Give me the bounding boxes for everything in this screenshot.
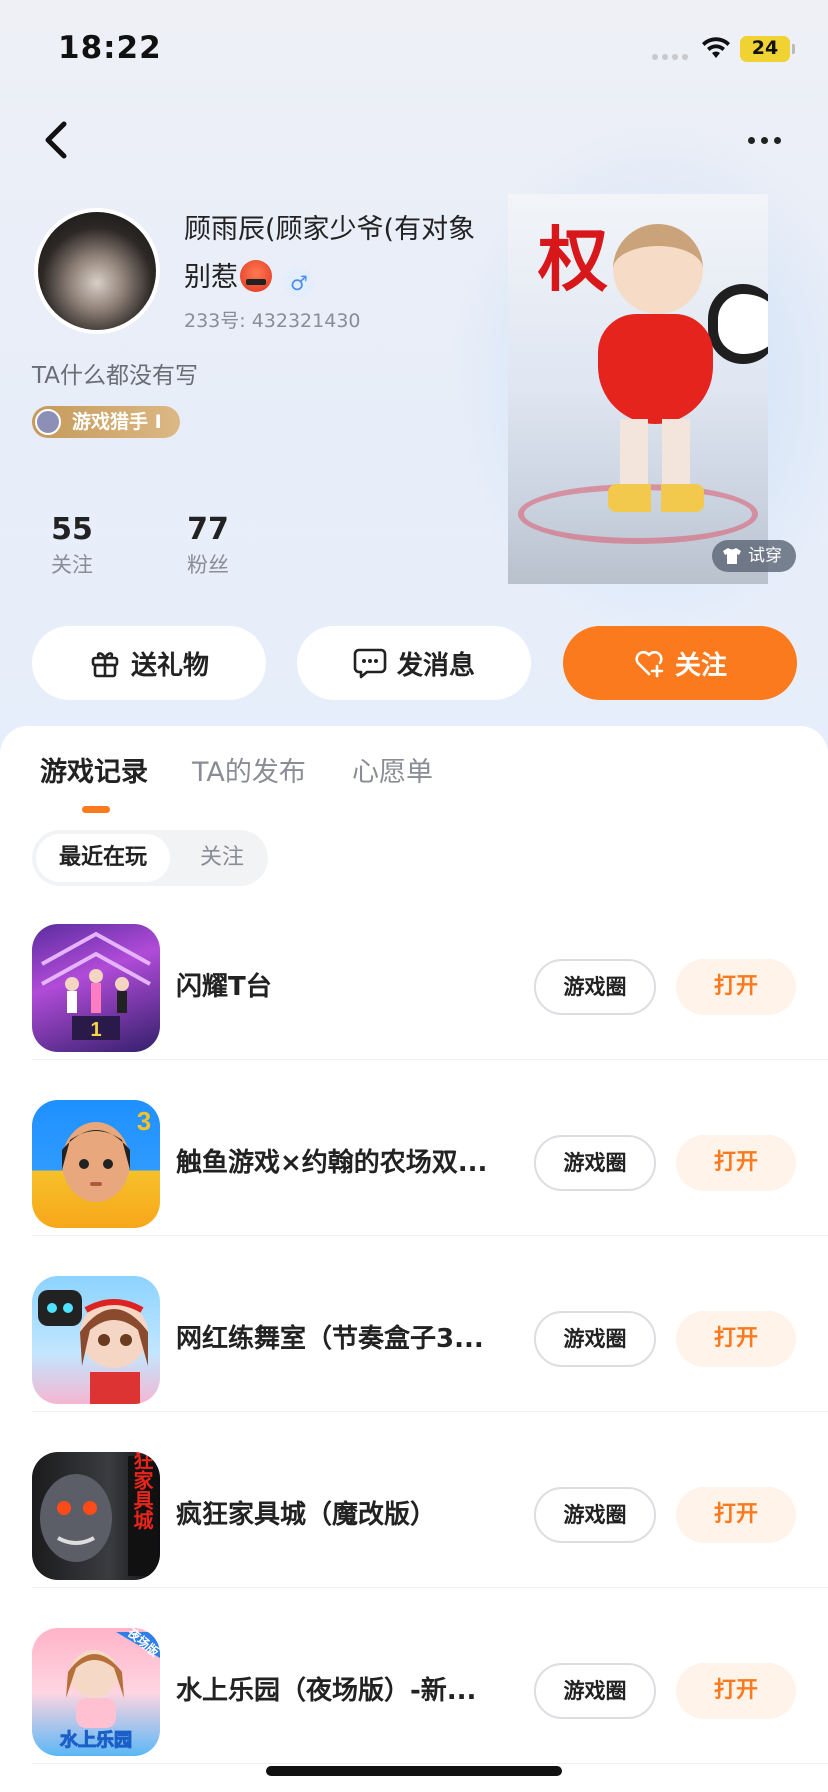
nickname-line-1: 顾雨辰(顾家少爷(有对象 [184, 214, 476, 245]
battery-tip [792, 44, 795, 54]
game-circle-button[interactable]: 游戏圈 [534, 1487, 656, 1543]
status-bar: 18:22 24 [0, 0, 828, 100]
follow-button[interactable]: 关注 [563, 626, 797, 700]
wifi-icon [702, 37, 730, 58]
segment-recently-played[interactable]: 最近在玩 [36, 834, 170, 882]
gift-icon [91, 652, 119, 678]
tab-game-records[interactable]: 游戏记录 [40, 750, 148, 789]
follow-label: 关注 [674, 650, 727, 681]
male-gender-icon: ♂ [284, 268, 314, 298]
svg-text:1: 1 [90, 1019, 101, 1041]
game-icon-text: 水上乐园 [60, 1729, 132, 1751]
furniture-city-game-icon[interactable]: 疯狂家具城 [32, 1452, 160, 1580]
figure-dress [598, 314, 713, 424]
game-name: 水上乐园（夜场版）-新... [176, 1676, 477, 1706]
followers-label: 粉丝 [187, 553, 229, 577]
tab-indicator [82, 806, 110, 813]
game-icon-tag-text: 夜场版 [124, 1628, 160, 1659]
tab-ta-posts[interactable]: TA的发布 [192, 750, 306, 789]
game-icon-text: 疯狂家具城 [130, 1452, 154, 1531]
open-game-button[interactable]: 打开 [676, 1311, 796, 1367]
segment-followed[interactable]: 关注 [182, 834, 262, 882]
following-label: 关注 [51, 553, 93, 577]
game-circle-button[interactable]: 游戏圈 [534, 959, 656, 1015]
figure-head [613, 224, 703, 314]
svg-text:3: 3 [137, 1106, 151, 1136]
game-circle-button[interactable]: 游戏圈 [534, 1663, 656, 1719]
title-badge[interactable]: 游戏猎手 I [32, 406, 180, 438]
game-row[interactable]: 疯狂家具城 疯狂家具城（魔改版） 游戏圈 打开 [0, 1412, 828, 1588]
following-count: 55 [51, 512, 93, 547]
shirt-icon [723, 548, 741, 564]
avatar-figure-image[interactable]: 权 [508, 194, 768, 584]
game-row[interactable]: 3 触鱼游戏×约翰的农场双... 游戏圈 打开 [0, 1060, 828, 1236]
send-gift-label: 送礼物 [130, 650, 209, 681]
followers-stat[interactable]: 77 粉丝 [158, 512, 258, 580]
squid-doll-game-icon[interactable]: 3 [32, 1100, 160, 1228]
try-on-label: 试穿 [748, 546, 782, 566]
angry-emoji-icon [240, 260, 272, 292]
title-badge-label: 游戏猎手 I [72, 411, 162, 433]
badge-medal-icon [35, 409, 61, 435]
water-park-game-icon[interactable]: 夜场版 水上乐园 [32, 1628, 160, 1756]
battery-icon: 24 [740, 36, 790, 62]
followers-count: 77 [187, 512, 229, 547]
open-game-button[interactable]: 打开 [676, 1135, 796, 1191]
battery-percentage: 24 [751, 37, 779, 59]
user-id: 233号: 432321430 [184, 310, 361, 332]
figure-legs [620, 419, 690, 489]
try-on-button[interactable]: 试穿 [712, 540, 796, 572]
figure-red-calligraphy: 权 [538, 218, 608, 301]
game-name: 闪耀T台 [176, 972, 272, 1002]
open-game-button[interactable]: 打开 [676, 1487, 796, 1543]
game-row[interactable]: 网红练舞室（节奏盒子3... 游戏圈 打开 [0, 1236, 828, 1412]
avatar-image [38, 212, 156, 330]
more-options-button[interactable] [740, 124, 788, 156]
send-message-button[interactable]: 发消息 [297, 626, 531, 700]
back-button[interactable] [36, 116, 76, 164]
game-row[interactable]: 1 闪耀T台 游戏圈 打开 [0, 884, 828, 1060]
game-circle-button[interactable]: 游戏圈 [534, 1135, 656, 1191]
game-name: 触鱼游戏×约翰的农场双... [176, 1148, 488, 1178]
dance-room-game-icon[interactable] [32, 1276, 160, 1404]
runway-game-icon[interactable]: 1 [32, 924, 160, 1052]
tab-wishlist[interactable]: 心愿单 [352, 750, 433, 789]
cellular-signal-icon [652, 54, 688, 60]
send-message-label: 发消息 [396, 650, 475, 681]
bio-text: TA什么都没有写 [32, 363, 198, 389]
open-game-button[interactable]: 打开 [676, 959, 796, 1015]
game-row[interactable]: 夜场版 水上乐园 水上乐园（夜场版）-新... 游戏圈 打开 [0, 1588, 828, 1764]
nickname: 顾雨辰(顾家少爷(有对象 别惹 ♂ [184, 206, 504, 302]
heart-plus-icon [635, 650, 664, 678]
following-stat[interactable]: 55 关注 [22, 512, 122, 580]
figure-panda [708, 284, 768, 364]
send-gift-button[interactable]: 送礼物 [32, 626, 266, 700]
row-divider [32, 1763, 828, 1764]
open-game-button[interactable]: 打开 [676, 1663, 796, 1719]
game-circle-button[interactable]: 游戏圈 [534, 1311, 656, 1367]
message-icon [353, 648, 387, 679]
avatar[interactable] [34, 208, 160, 334]
home-indicator [266, 1766, 562, 1776]
figure-shoes [608, 484, 704, 512]
games-filter-segment: 最近在玩 关注 [32, 830, 268, 886]
nickname-line-2: 别惹 [184, 262, 238, 293]
game-name: 网红练舞室（节奏盒子3... [176, 1324, 484, 1354]
game-name: 疯狂家具城（魔改版） [176, 1500, 437, 1530]
status-time: 18:22 [58, 30, 162, 66]
